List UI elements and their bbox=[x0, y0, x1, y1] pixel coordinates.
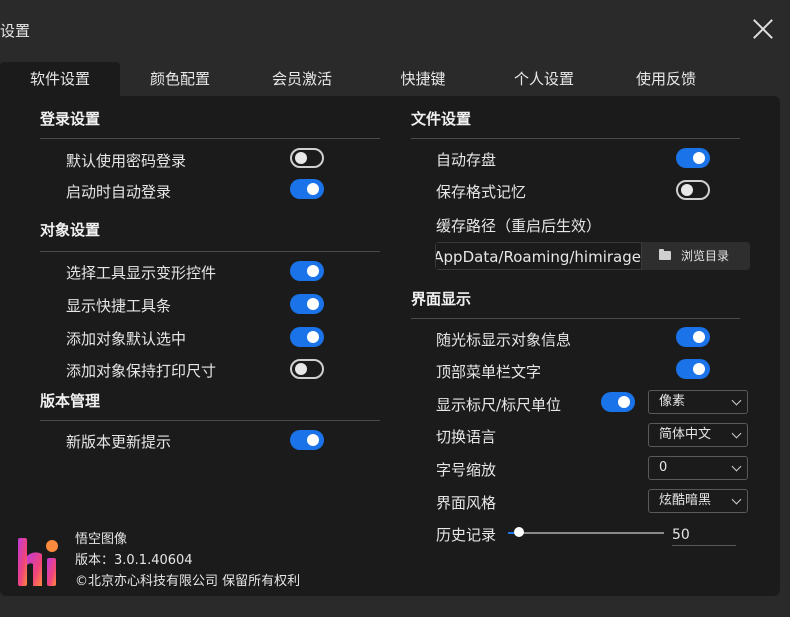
tab-feedback[interactable]: 使用反馈 bbox=[614, 62, 718, 96]
browse-button[interactable]: 浏览目录 bbox=[647, 242, 750, 270]
window-title: 设置 bbox=[0, 22, 31, 40]
chevron-down-icon bbox=[731, 494, 742, 505]
theme-value: 炫酷暗黑 bbox=[659, 493, 712, 508]
divider bbox=[411, 318, 740, 319]
theme-label: 界面风格 bbox=[436, 494, 497, 512]
tab-membership[interactable]: 会员激活 bbox=[252, 62, 352, 96]
ruler-unit-select[interactable]: 像素 bbox=[648, 390, 748, 414]
close-icon[interactable] bbox=[752, 18, 774, 40]
cache-path-group: a/AppData/Roaming/himirage 浏览目录 bbox=[435, 242, 750, 270]
divider bbox=[411, 138, 740, 139]
login-section-title: 登录设置 bbox=[40, 110, 101, 128]
cache-path-label: 缓存路径（重启后生效） bbox=[436, 217, 602, 235]
menu-text-toggle[interactable] bbox=[676, 359, 710, 379]
default-select-label: 添加对象默认选中 bbox=[66, 330, 187, 348]
history-slider-track[interactable] bbox=[508, 532, 664, 534]
cursor-info-toggle[interactable] bbox=[676, 327, 710, 347]
app-version: 版本：3.0.1.40604 bbox=[75, 553, 193, 568]
auto-save-toggle[interactable] bbox=[676, 148, 710, 168]
format-memory-label: 保存格式记忆 bbox=[436, 183, 527, 201]
menu-text-label: 顶部菜单栏文字 bbox=[436, 363, 542, 381]
history-value-input[interactable]: 50 bbox=[672, 525, 736, 546]
font-scale-select[interactable]: 0 bbox=[648, 456, 748, 480]
chevron-down-icon bbox=[731, 428, 742, 439]
cache-path-input[interactable]: a/AppData/Roaming/himirage bbox=[435, 242, 642, 270]
language-select[interactable]: 简体中文 bbox=[648, 423, 748, 447]
font-scale-value: 0 bbox=[659, 460, 668, 475]
default-select-toggle[interactable] bbox=[290, 327, 324, 347]
update-notify-toggle[interactable] bbox=[290, 430, 324, 450]
keep-print-size-toggle[interactable] bbox=[290, 359, 324, 379]
object-section-title: 对象设置 bbox=[40, 221, 101, 239]
ruler-toggle[interactable] bbox=[601, 392, 635, 412]
update-notify-label: 新版本更新提示 bbox=[66, 433, 172, 451]
password-login-toggle[interactable] bbox=[290, 148, 324, 168]
history-slider-handle[interactable] bbox=[514, 527, 524, 537]
tab-color-config[interactable]: 颜色配置 bbox=[130, 62, 230, 96]
tab-shortcuts[interactable]: 快捷键 bbox=[378, 62, 468, 96]
tab-software-settings[interactable]: 软件设置 bbox=[0, 62, 120, 96]
app-logo bbox=[18, 538, 58, 586]
copyright-text: ©北京亦心科技有限公司 保留所有权利 bbox=[75, 574, 301, 589]
tab-bar: 软件设置 颜色配置 会员激活 快捷键 个人设置 使用反馈 bbox=[0, 62, 790, 96]
transform-control-toggle[interactable] bbox=[290, 261, 324, 281]
file-section-title: 文件设置 bbox=[411, 110, 472, 128]
chevron-down-icon bbox=[731, 461, 742, 472]
font-scale-label: 字号缩放 bbox=[436, 461, 497, 479]
folder-icon bbox=[659, 249, 671, 260]
auto-save-label: 自动存盘 bbox=[436, 151, 497, 169]
quick-toolbar-toggle[interactable] bbox=[290, 294, 324, 314]
keep-print-size-label: 添加对象保持打印尺寸 bbox=[66, 362, 217, 380]
ruler-unit-value: 像素 bbox=[659, 394, 686, 409]
divider bbox=[40, 251, 380, 252]
title-bar: 设置 bbox=[0, 0, 790, 60]
auto-login-toggle[interactable] bbox=[290, 179, 324, 199]
version-section-title: 版本管理 bbox=[40, 392, 101, 410]
format-memory-toggle[interactable] bbox=[676, 180, 710, 200]
language-value: 简体中文 bbox=[659, 427, 712, 442]
cursor-info-label: 随光标显示对象信息 bbox=[436, 331, 572, 349]
transform-control-label: 选择工具显示变形控件 bbox=[66, 264, 217, 282]
browse-label: 浏览目录 bbox=[681, 249, 730, 263]
password-login-label: 默认使用密码登录 bbox=[66, 152, 187, 170]
language-label: 切换语言 bbox=[436, 428, 497, 446]
history-label: 历史记录 bbox=[436, 526, 497, 544]
divider bbox=[40, 138, 380, 139]
auto-login-label: 启动时自动登录 bbox=[66, 183, 172, 201]
cache-path-value: a/AppData/Roaming/himirage bbox=[435, 248, 641, 266]
tab-personal[interactable]: 个人设置 bbox=[494, 62, 594, 96]
quick-toolbar-label: 显示快捷工具条 bbox=[66, 297, 172, 315]
ruler-label: 显示标尺/标尺单位 bbox=[436, 396, 562, 414]
display-section-title: 界面显示 bbox=[411, 290, 472, 308]
divider bbox=[40, 420, 380, 421]
app-name: 悟空图像 bbox=[75, 532, 128, 547]
theme-select[interactable]: 炫酷暗黑 bbox=[648, 489, 748, 513]
chevron-down-icon bbox=[731, 395, 742, 406]
